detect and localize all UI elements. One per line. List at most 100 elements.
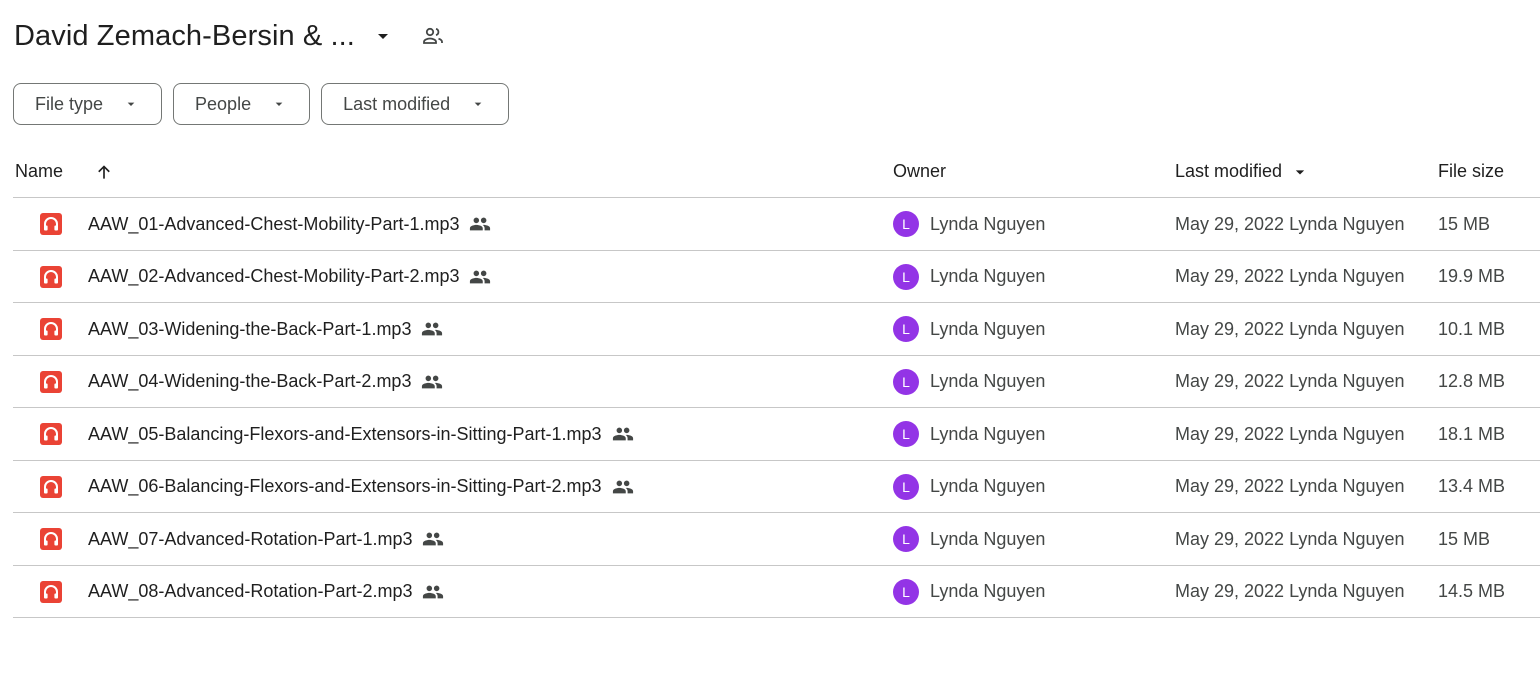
owner-cell: L Lynda Nguyen <box>893 251 1045 303</box>
file-row[interactable]: AAW_02-Advanced-Chest-Mobility-Part-2.mp… <box>13 251 1540 303</box>
file-size-cell: 12.8 MB <box>1438 371 1506 391</box>
last-modified-cell: May 29, 2022 Lynda Nguyen <box>1175 213 1405 234</box>
audio-file-icon <box>40 408 62 460</box>
owner-cell: L Lynda Nguyen <box>893 408 1045 460</box>
owner-name: Lynda Nguyen <box>930 581 1046 601</box>
chevron-down-icon <box>470 96 486 112</box>
avatar: L <box>893 316 919 342</box>
audio-file-icon <box>40 198 62 250</box>
people-icon <box>421 318 443 340</box>
file-size-cell: 10.1 MB <box>1438 318 1506 339</box>
file-name-cell: AAW_08-Advanced-Rotation-Part-2.mp3 <box>88 566 444 618</box>
arrow-drop-down-icon <box>377 34 388 39</box>
file-size-cell: 14.5 MB <box>1438 581 1506 601</box>
last-modified-cell: May 29, 2022 Lynda Nguyen <box>1175 266 1405 286</box>
last-modified-cell: May 29, 2022 Lynda Nguyen <box>1175 528 1405 549</box>
file-size-cell: 15 MB <box>1438 213 1491 234</box>
owner-cell: L Lynda Nguyen <box>893 461 1045 513</box>
folder-title: David Zemach-Bersin & ... <box>14 19 355 52</box>
file-row[interactable]: AAW_05-Balancing-Flexors-and-Extensors-i… <box>13 408 1540 461</box>
owner-name: Lynda Nguyen <box>930 423 1046 444</box>
avatar: L <box>893 368 919 395</box>
file-type-filter-label: File type <box>35 93 104 114</box>
file-row[interactable]: AAW_07-Advanced-Rotation-Part-1.mp3 L Ly… <box>13 513 1540 566</box>
file-name: AAW_08-Advanced-Rotation-Part-2.mp3 <box>88 581 413 601</box>
file-size-cell: 15 MB <box>1438 528 1491 549</box>
audio-file-icon <box>40 356 62 408</box>
file-row[interactable]: AAW_06-Balancing-Flexors-and-Extensors-i… <box>13 461 1540 513</box>
filter-bar: File type People Last modified <box>13 83 510 125</box>
last-modified-cell: May 29, 2022 Lynda Nguyen <box>1175 581 1405 601</box>
people-outline-icon[interactable] <box>419 22 447 50</box>
column-header-last-modified-label: Last modified <box>1175 161 1283 181</box>
file-list-header: Name Owner Last modified File size <box>13 145 1540 198</box>
audio-file-icon <box>40 461 62 513</box>
file-name: AAW_06-Balancing-Flexors-and-Extensors-i… <box>88 476 602 496</box>
people-icon <box>612 476 634 498</box>
file-name-cell: AAW_06-Balancing-Flexors-and-Extensors-i… <box>88 461 634 513</box>
sort-direction-button[interactable] <box>93 145 115 198</box>
file-type-filter[interactable]: File type <box>13 83 163 125</box>
file-size-cell: 13.4 MB <box>1438 476 1506 496</box>
file-name: AAW_03-Widening-the-Back-Part-1.mp3 <box>88 318 412 339</box>
folder-header: David Zemach-Bersin & ... <box>14 14 447 58</box>
owner-name: Lynda Nguyen <box>930 318 1046 339</box>
file-row[interactable]: AAW_04-Widening-the-Back-Part-2.mp3 L Ly… <box>13 356 1540 408</box>
owner-name: Lynda Nguyen <box>930 213 1046 234</box>
people-icon <box>422 581 444 603</box>
last-modified-cell: May 29, 2022 Lynda Nguyen <box>1175 371 1405 391</box>
file-row[interactable]: AAW_08-Advanced-Rotation-Part-2.mp3 L Ly… <box>13 566 1540 618</box>
avatar: L <box>893 473 919 500</box>
audio-file-icon <box>40 566 62 618</box>
owner-name: Lynda Nguyen <box>930 528 1046 549</box>
file-name: AAW_02-Advanced-Chest-Mobility-Part-2.mp… <box>88 266 460 286</box>
file-size-cell: 19.9 MB <box>1438 266 1506 286</box>
owner-name: Lynda Nguyen <box>930 371 1046 391</box>
people-icon <box>469 266 491 288</box>
file-name-cell: AAW_05-Balancing-Flexors-and-Extensors-i… <box>88 408 634 460</box>
chevron-down-icon <box>123 96 139 112</box>
column-header-owner: Owner <box>893 161 947 181</box>
audio-file-icon <box>40 303 62 355</box>
audio-file-icon <box>40 251 62 303</box>
file-row[interactable]: AAW_03-Widening-the-Back-Part-1.mp3 L Ly… <box>13 303 1540 356</box>
file-name-cell: AAW_07-Advanced-Rotation-Part-1.mp3 <box>88 513 444 565</box>
people-filter[interactable]: People <box>173 83 311 125</box>
last-modified-cell: May 29, 2022 Lynda Nguyen <box>1175 476 1405 496</box>
file-name: AAW_07-Advanced-Rotation-Part-1.mp3 <box>88 528 413 549</box>
arrow-drop-down-icon <box>1290 162 1310 182</box>
people-icon <box>421 371 443 393</box>
last-modified-cell: May 29, 2022 Lynda Nguyen <box>1175 423 1405 444</box>
avatar: L <box>893 263 919 290</box>
column-header-name[interactable]: Name <box>15 145 63 198</box>
people-icon <box>422 528 444 550</box>
people-icon <box>469 213 491 235</box>
file-name-cell: AAW_03-Widening-the-Back-Part-1.mp3 <box>88 303 443 355</box>
owner-cell: L Lynda Nguyen <box>893 566 1045 618</box>
file-rows: AAW_01-Advanced-Chest-Mobility-Part-1.mp… <box>13 198 1540 618</box>
last-modified-cell: May 29, 2022 Lynda Nguyen <box>1175 318 1405 339</box>
avatar: L <box>893 526 919 552</box>
file-list: Name Owner Last modified File size AAW_0… <box>13 145 1540 618</box>
file-row[interactable]: AAW_01-Advanced-Chest-Mobility-Part-1.mp… <box>13 198 1540 251</box>
owner-cell: L Lynda Nguyen <box>893 198 1045 250</box>
file-size-cell: 18.1 MB <box>1438 423 1506 444</box>
avatar: L <box>893 578 919 605</box>
folder-menu-button[interactable] <box>367 20 399 52</box>
owner-cell: L Lynda Nguyen <box>893 356 1045 408</box>
file-name-cell: AAW_01-Advanced-Chest-Mobility-Part-1.mp… <box>88 198 491 250</box>
file-name: AAW_05-Balancing-Flexors-and-Extensors-i… <box>88 423 602 444</box>
owner-name: Lynda Nguyen <box>930 476 1046 496</box>
drive-folder-view: David Zemach-Bersin & ... File type Peop… <box>0 0 1540 690</box>
file-name: AAW_04-Widening-the-Back-Part-2.mp3 <box>88 371 412 391</box>
file-name: AAW_01-Advanced-Chest-Mobility-Part-1.mp… <box>88 213 460 234</box>
last-modified-filter[interactable]: Last modified <box>321 83 510 125</box>
file-name-cell: AAW_04-Widening-the-Back-Part-2.mp3 <box>88 356 443 408</box>
file-name-cell: AAW_02-Advanced-Chest-Mobility-Part-2.mp… <box>88 251 491 303</box>
avatar: L <box>893 211 919 237</box>
column-header-last-modified[interactable]: Last modified <box>1175 145 1310 198</box>
owner-cell: L Lynda Nguyen <box>893 303 1045 355</box>
owner-name: Lynda Nguyen <box>930 266 1046 286</box>
people-filter-label: People <box>195 93 252 114</box>
owner-cell: L Lynda Nguyen <box>893 513 1045 565</box>
